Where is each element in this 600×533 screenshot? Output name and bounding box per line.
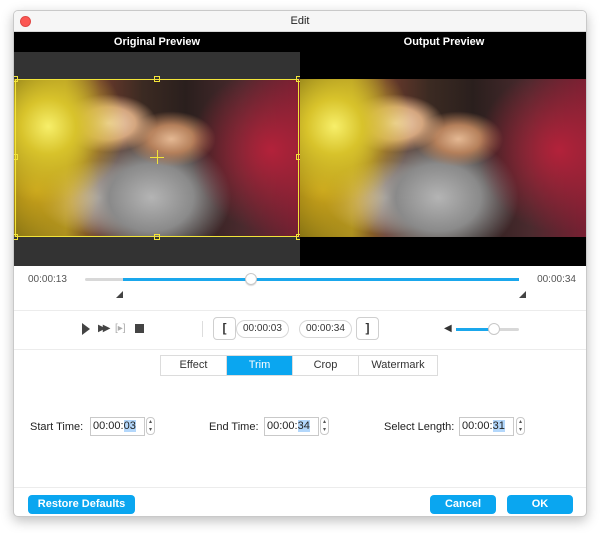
- ok-button[interactable]: OK: [507, 495, 573, 514]
- end-time-label: End Time:: [209, 421, 259, 433]
- close-button[interactable]: [20, 16, 31, 27]
- cancel-button[interactable]: Cancel: [430, 495, 496, 514]
- start-time-input[interactable]: 00:00:03: [90, 417, 145, 436]
- start-time-label: Start Time:: [30, 421, 84, 433]
- crop-handle-bottom-left[interactable]: [14, 234, 18, 240]
- start-time-selected: 03: [123, 420, 136, 432]
- footer-divider: [14, 487, 586, 488]
- edit-tabs: Effect Trim Crop Watermark: [160, 355, 438, 376]
- set-start-button[interactable]: [: [213, 317, 236, 340]
- tab-effect[interactable]: Effect: [161, 356, 227, 375]
- select-length-label: Select Length:: [384, 421, 455, 433]
- trim-start-marker[interactable]: [116, 291, 124, 298]
- select-length-selected: 31: [492, 420, 505, 432]
- total-time: 00:00:34: [537, 274, 576, 285]
- crop-handle-top[interactable]: [154, 76, 160, 82]
- select-length-stepper[interactable]: ▴ ▾: [516, 417, 525, 435]
- crop-frame[interactable]: [14, 76, 302, 240]
- divider: [14, 349, 586, 350]
- crop-handle-top-left[interactable]: [14, 76, 18, 82]
- trim-end-marker[interactable]: [519, 291, 526, 298]
- play-icon[interactable]: [82, 323, 90, 335]
- end-time-input[interactable]: 00:00:34: [264, 417, 319, 436]
- timeline-track[interactable]: [85, 273, 519, 285]
- crop-handle-left[interactable]: [14, 154, 18, 160]
- current-time: 00:00:13: [28, 274, 67, 285]
- timeline: 00:00:13 00:00:34: [14, 266, 586, 310]
- output-preview: [300, 52, 586, 266]
- tab-watermark[interactable]: Watermark: [359, 356, 437, 375]
- window-title: Edit: [290, 15, 310, 27]
- title-bar: Edit: [14, 11, 586, 32]
- volume-handle[interactable]: [487, 323, 500, 335]
- original-preview: [14, 52, 302, 266]
- restore-defaults-button[interactable]: Restore Defaults: [28, 495, 135, 514]
- output-preview-label: Output Preview: [403, 36, 485, 48]
- stop-icon[interactable]: [135, 324, 144, 333]
- tab-crop[interactable]: Crop: [293, 356, 359, 375]
- crop-handle-bottom[interactable]: [154, 234, 160, 240]
- select-length-input[interactable]: 00:00:31: [459, 417, 514, 436]
- play-segment-icon[interactable]: [▸]: [115, 322, 126, 336]
- output-video-frame: [300, 79, 586, 237]
- controls-divider: [202, 321, 203, 337]
- original-preview-label: Original Preview: [113, 36, 201, 48]
- tab-trim[interactable]: Trim: [227, 356, 293, 375]
- end-time-prefix: 00:00:: [267, 420, 298, 432]
- playback-controls: ▶▶ [▸] [ 00:00:03 00:00:34 ] ◀︎: [14, 311, 586, 347]
- end-time-stepper[interactable]: ▴ ▾: [320, 417, 329, 435]
- select-length-prefix: 00:00:: [462, 420, 493, 432]
- edit-window: Edit Original Preview Output Preview 00:…: [13, 10, 587, 517]
- crop-center-icon-vertical: [157, 150, 158, 164]
- playhead-handle[interactable]: [244, 273, 257, 285]
- end-time-display: 00:00:34: [299, 320, 352, 338]
- volume-slider[interactable]: [456, 323, 519, 335]
- start-time-stepper[interactable]: ▴ ▾: [146, 417, 155, 435]
- preview-area: Original Preview Output Preview: [14, 32, 586, 266]
- set-end-button[interactable]: ]: [356, 317, 379, 340]
- fast-forward-icon[interactable]: ▶▶: [98, 322, 111, 336]
- end-time-selected: 34: [297, 420, 310, 432]
- volume-icon[interactable]: ◀︎: [444, 323, 452, 334]
- trim-range-fill: [123, 278, 519, 281]
- start-time-display: 00:00:03: [236, 320, 289, 338]
- trim-fields: Start Time: 00:00:03 ▴ ▾ End Time: 00:00:…: [14, 415, 586, 439]
- start-time-prefix: 00:00:: [93, 420, 124, 432]
